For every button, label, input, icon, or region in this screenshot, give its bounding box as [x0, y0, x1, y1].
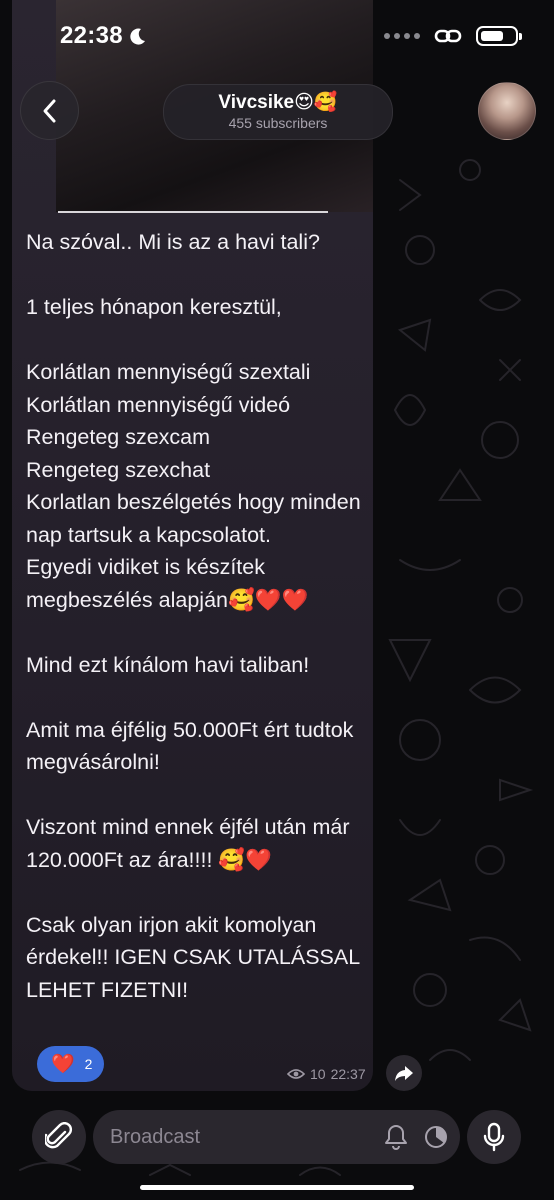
status-bar: 22:38	[0, 0, 554, 72]
message-bubble[interactable]: Na szóval.. Mi is az a havi tali? 1 telj…	[12, 0, 373, 1091]
bell-icon[interactable]	[384, 1124, 408, 1150]
clock-icon[interactable]	[423, 1124, 449, 1150]
link-icon	[434, 29, 462, 43]
input-placeholder: Broadcast	[110, 1125, 201, 1148]
forward-icon	[395, 1066, 413, 1081]
reaction-emoji: ❤️	[51, 1054, 75, 1075]
message-time: 22:37	[330, 1066, 366, 1082]
attach-button[interactable]	[32, 1110, 86, 1164]
signal-dots-icon	[384, 33, 420, 39]
status-time: 22:38	[60, 22, 123, 49]
microphone-icon	[483, 1122, 505, 1152]
back-button[interactable]	[20, 81, 79, 140]
battery-icon	[476, 26, 522, 46]
home-indicator	[140, 1185, 414, 1190]
forward-button[interactable]	[386, 1055, 422, 1091]
heart-reaction-button[interactable]: ❤️ 2	[37, 1046, 104, 1082]
chevron-left-icon	[43, 99, 55, 122]
message-text: Na szóval.. Mi is az a havi tali? 1 telj…	[26, 230, 361, 1002]
channel-title[interactable]: Vivcsike😍🥰 455 subscribers	[163, 84, 393, 140]
microphone-button[interactable]	[467, 1110, 521, 1164]
reaction-count: 2	[84, 1056, 93, 1072]
moon-icon	[130, 28, 145, 45]
view-count: 10	[310, 1066, 326, 1082]
channel-name: Vivcsike😍🥰	[218, 92, 338, 113]
channel-avatar[interactable]	[478, 82, 536, 140]
status-icons	[384, 26, 522, 46]
paperclip-icon	[45, 1122, 72, 1149]
media-progress-bar	[58, 211, 328, 213]
subscriber-count: 455 subscribers	[228, 115, 328, 131]
eye-icon	[287, 1069, 305, 1079]
message-meta: 10 22:37	[287, 1066, 366, 1082]
